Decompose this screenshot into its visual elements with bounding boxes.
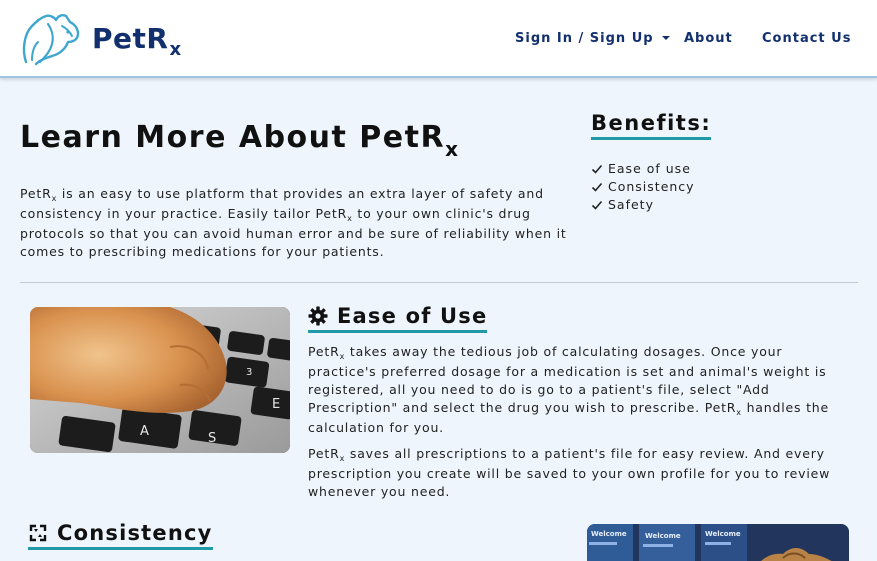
caret-down-icon: [661, 36, 670, 40]
navbar: PetRx Sign In / Sign Up About Contact Us: [0, 0, 877, 78]
section-divider: [20, 282, 858, 283]
benefit-item: Ease of use: [591, 160, 695, 178]
dog-cat-logo-icon: [22, 14, 80, 66]
svg-text:E: E: [272, 397, 280, 412]
paw-on-keyboard-photo: A S E 3: [30, 307, 290, 453]
ease-of-use-title: Ease of Use: [308, 304, 488, 333]
check-icon: [591, 200, 603, 210]
svg-text:Welcome: Welcome: [645, 532, 681, 540]
photo-illustration: A S E 3: [30, 307, 290, 453]
benefits-list: Ease of use Consistency Safety: [591, 160, 695, 214]
ease-paragraph-2: PetRx saves all prescriptions to a patie…: [308, 446, 831, 499]
intro-paragraph: PetRx is an easy to use platform that pr…: [20, 186, 567, 259]
recycle-icon: [29, 524, 47, 542]
ease-paragraph-1: PetRx takes away the tedious job of calc…: [308, 344, 829, 435]
page-title: Learn More About PetRx: [20, 120, 460, 161]
gear-icon: [308, 306, 328, 326]
check-icon: [591, 182, 603, 192]
nav-contact-link[interactable]: Contact Us: [762, 31, 851, 46]
benefits-title: Benefits:: [591, 111, 712, 140]
brand-name: PetRx: [92, 22, 182, 60]
svg-text:S: S: [208, 431, 216, 446]
svg-text:A: A: [140, 424, 149, 439]
svg-text:3: 3: [246, 367, 252, 378]
nav-about-link[interactable]: About: [684, 31, 733, 46]
brand[interactable]: PetRx: [18, 12, 182, 66]
svg-text:Welcome: Welcome: [705, 530, 741, 538]
consistency-title: Consistency: [28, 521, 213, 550]
check-icon: [591, 164, 603, 174]
signin-dropdown[interactable]: Sign In / Sign Up: [515, 31, 670, 46]
clinic-screens-photo: Welcome Welcome Welcome: [587, 524, 849, 561]
benefit-item: Safety: [591, 196, 695, 214]
photo-illustration: Welcome Welcome Welcome: [587, 524, 849, 561]
benefit-item: Consistency: [591, 178, 695, 196]
svg-text:Welcome: Welcome: [591, 530, 627, 538]
signin-label: Sign In / Sign Up: [515, 31, 654, 46]
